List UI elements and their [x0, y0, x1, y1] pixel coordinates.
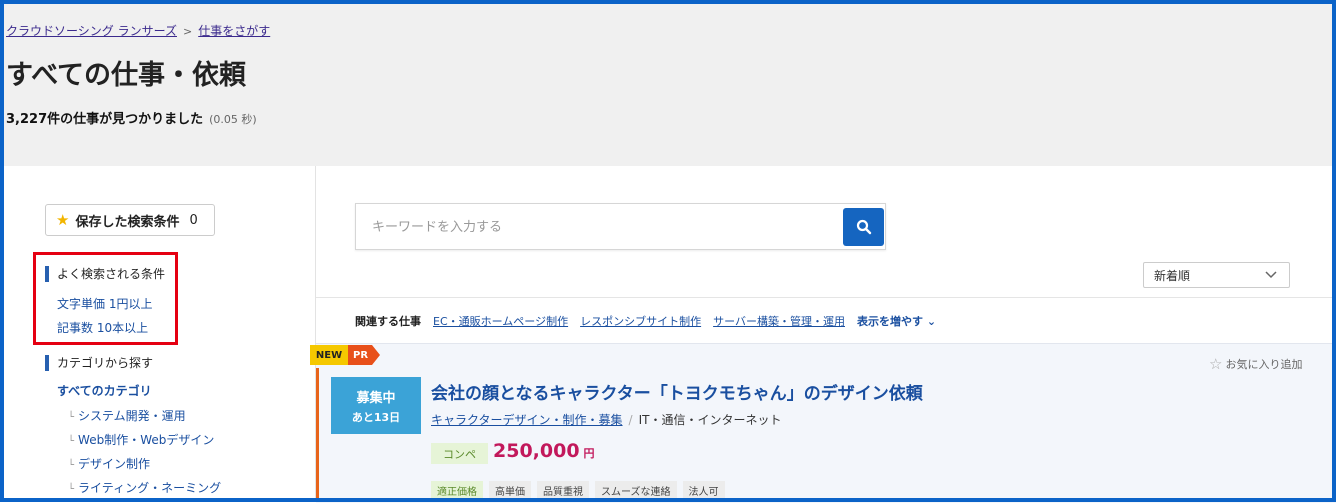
category-item-design[interactable]: └ デザイン制作: [68, 455, 150, 472]
tree-branch-icon: └: [68, 484, 75, 495]
job-remaining: あと13日: [351, 410, 401, 424]
sort-select[interactable]: 新着順: [1143, 262, 1290, 288]
category-all-link[interactable]: すべてのカテゴリ: [57, 382, 152, 399]
condition-link-unit-price[interactable]: 文字単価 1円以上: [57, 295, 152, 312]
job-price: 250,000 円: [493, 440, 595, 462]
category-heading: カテゴリから探す: [45, 355, 153, 371]
search-time: (0.05 秒): [209, 113, 257, 126]
tree-branch-icon: └: [68, 460, 75, 471]
condition-link-article-count[interactable]: 記事数 10本以上: [57, 319, 148, 336]
saved-search-button[interactable]: ★ 保存した検索条件 0: [45, 204, 215, 236]
category-item-label: ライティング・ネーミング: [78, 481, 222, 495]
related-jobs: 関連する仕事 EC・通販ホームページ制作 レスポンシブサイト制作 サーバー構築・管理・…: [355, 313, 948, 329]
favorite-button[interactable]: ☆ お気に入り追加: [1209, 355, 1302, 373]
saved-search-label: 保存した検索条件: [75, 214, 180, 230]
related-divider: [316, 297, 1336, 298]
job-status: 募集中: [356, 390, 396, 406]
page-header: クラウドソーシング ランサーズ > 仕事をさがす すべての仕事・依頼 3,227件の…: [0, 0, 1336, 166]
job-card-accent: [316, 368, 319, 502]
favorite-label: お気に入り追加: [1225, 358, 1303, 371]
job-category: キャラクターデザイン・制作・募集 / IT・通信・インターネット: [431, 411, 781, 428]
related-link-responsive[interactable]: レスポンシブサイト制作: [580, 315, 701, 328]
job-title-link[interactable]: 会社の顔となるキャラクター「トヨクモちゃん」のデザイン依頼: [431, 379, 923, 404]
job-price-unit: 円: [583, 447, 595, 460]
show-more-label: 表示を増やす: [856, 315, 923, 328]
saved-search-count: 0: [189, 212, 198, 228]
category-separator: /: [628, 413, 633, 427]
search-box: [355, 203, 886, 251]
tree-branch-icon: └: [68, 436, 75, 447]
category-item-web[interactable]: └ Web制作・Webデザイン: [68, 431, 214, 448]
related-label: 関連する仕事: [355, 315, 421, 328]
breadcrumb-home[interactable]: クラウドソーシング ランサーズ: [6, 24, 177, 38]
category-item-system[interactable]: └ システム開発・運用: [68, 407, 186, 424]
new-badge: NEW: [310, 345, 348, 365]
sort-selected-label: 新着順: [1154, 268, 1191, 283]
chevron-down-icon: ⌄: [922, 315, 937, 328]
result-count: 3,227件の仕事が見つかりました (0.05 秒): [6, 108, 257, 127]
breadcrumb: クラウドソーシング ランサーズ > 仕事をさがす: [6, 22, 270, 39]
category-item-writing[interactable]: └ ライティング・ネーミング: [68, 479, 221, 496]
popular-conditions-heading: よく検索される条件: [45, 266, 165, 282]
category-item-label: デザイン制作: [78, 457, 151, 471]
related-link-server[interactable]: サーバー構築・管理・運用: [713, 315, 845, 328]
job-type-badge: コンペ: [431, 443, 488, 464]
search-button[interactable]: [843, 208, 884, 246]
page-title: すべての仕事・依頼: [6, 60, 247, 91]
pr-badge-tip: [372, 345, 380, 365]
job-tag: 高単価: [489, 481, 531, 500]
search-icon: [856, 219, 871, 235]
job-tag: 品質重視: [537, 481, 589, 500]
search-input[interactable]: [356, 204, 854, 251]
star-icon: ★: [56, 211, 70, 229]
job-status-badge: 募集中 あと13日: [331, 377, 421, 434]
result-count-text: 3,227件の仕事が見つかりました: [6, 112, 204, 127]
category-item-label: Web制作・Webデザイン: [78, 433, 215, 447]
job-tags: 適正価格 高単価 品質重視 スムーズな連絡 法人可: [431, 481, 725, 500]
job-category-link[interactable]: キャラクターデザイン・制作・募集: [431, 413, 623, 427]
star-outline-icon: ☆: [1209, 355, 1223, 373]
category-item-label: システム開発・運用: [78, 409, 186, 423]
show-more-link[interactable]: 表示を増やす ⌄: [857, 315, 936, 328]
related-link-ec[interactable]: EC・通販ホームページ制作: [433, 315, 568, 328]
job-tag: 法人可: [682, 481, 725, 500]
job-tag: 適正価格: [431, 481, 483, 500]
tree-branch-icon: └: [68, 412, 75, 423]
job-subcategory: IT・通信・インターネット: [638, 413, 782, 427]
breadcrumb-current[interactable]: 仕事をさがす: [198, 24, 270, 38]
job-tag: スムーズな連絡: [595, 481, 677, 500]
pr-badge: PR: [348, 345, 372, 365]
job-price-value: 250,000: [493, 440, 580, 462]
chevron-right-icon: >: [182, 25, 193, 38]
chevron-down-icon: [1265, 271, 1277, 279]
